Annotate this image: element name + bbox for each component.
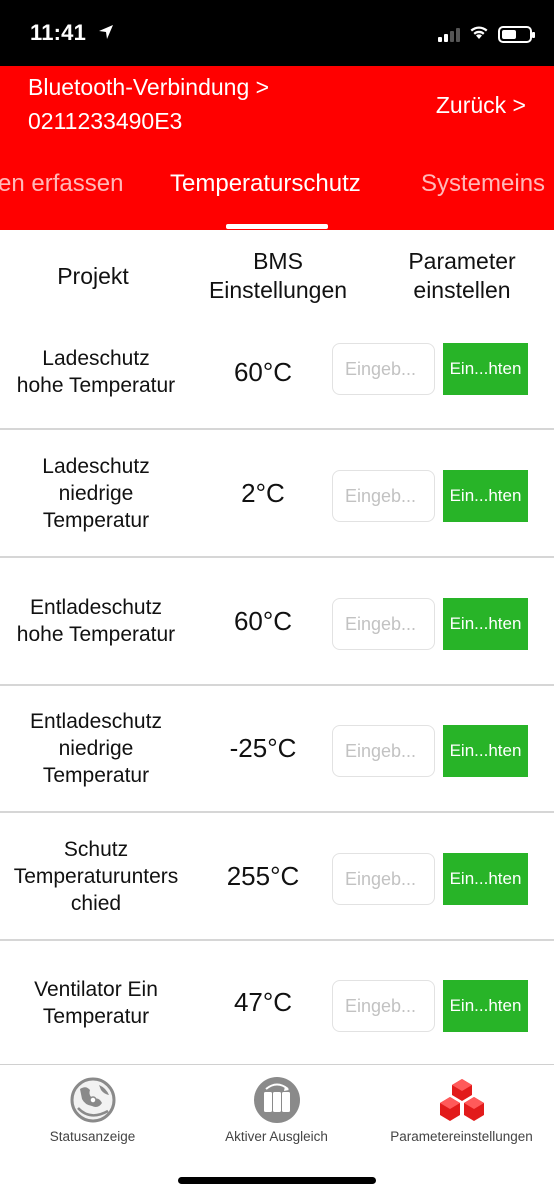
table-row: Entladeschutz niedrige Temperatur -25°C Ei…	[0, 686, 554, 813]
tabbar-label-active-balancing: Aktiver Ausgleich	[225, 1129, 328, 1144]
column-header-bms-line2: Einstellungen	[208, 277, 348, 303]
row-label-line: Temperatur	[42, 1004, 150, 1028]
row-bms-value: 60°C	[233, 605, 293, 636]
tab-temperature-protection[interactable]: Temperaturschutz	[170, 170, 361, 198]
column-header-project: Projekt	[0, 236, 186, 316]
row-label-line: niedrige	[58, 481, 134, 505]
row-bms-value: 255°C	[226, 860, 300, 891]
status-time-wrap: 11:41	[30, 20, 114, 46]
parameter-input[interactable]	[332, 980, 435, 1032]
row-label-line: Temperaturunters	[13, 864, 179, 888]
row-label: Ladeschutz niedrige Temperatur	[0, 430, 192, 556]
apply-button[interactable]: Ein...hten	[443, 598, 528, 650]
table-row: Schutz Temperaturunters chied 255°C Ein...…	[0, 813, 554, 941]
category-tabs: en erfassen Temperaturschutz Systemeins	[0, 170, 554, 210]
column-header-bms-line1: BMS	[253, 248, 303, 274]
row-label: Ventilator Ein Temperatur	[0, 941, 192, 1064]
row-label-line: chied	[70, 891, 122, 915]
back-button[interactable]: Zurück >	[436, 92, 526, 119]
row-label-line: Entladeschutz	[30, 710, 162, 733]
apply-button[interactable]: Ein...hten	[443, 725, 528, 777]
status-icons	[438, 24, 535, 45]
row-label-line: hohe Temperatur	[16, 623, 176, 646]
parameter-input[interactable]	[332, 853, 435, 905]
parameter-input[interactable]	[332, 598, 435, 650]
tabbar-label-status: Statusanzeige	[49, 1129, 136, 1144]
table-row: Ventilator Ein Temperatur 47°C Ein...hten	[0, 941, 554, 1064]
row-label: Entladeschutz niedrige Temperatur	[0, 686, 192, 811]
cubes-settings-icon	[439, 1079, 484, 1121]
active-tab-indicator	[226, 224, 328, 229]
row-label-line: Temperatur	[42, 764, 150, 787]
tabbar-item-active-balancing[interactable]: Aktiver Ausgleich	[184, 1065, 369, 1165]
row-label-line: Ventilator Ein	[34, 977, 158, 1001]
row-label-line: Schutz	[63, 837, 129, 861]
apply-button[interactable]: Ein...hten	[443, 853, 528, 905]
tabbar-label-parameter-settings: Parametereinstellungen	[390, 1129, 533, 1144]
row-bms-value: 2°C	[241, 477, 285, 508]
apply-button[interactable]: Ein...hten	[443, 470, 528, 522]
apply-button[interactable]: Ein...hten	[443, 980, 528, 1032]
row-label-line: Entladeschutz	[30, 596, 162, 619]
table-row: Ladeschutz hohe Temperatur 60°C Ein...hte…	[0, 316, 554, 430]
row-label: Schutz Temperaturunters chied	[0, 813, 192, 939]
row-label-line: Temperatur	[42, 508, 150, 532]
home-indicator	[178, 1177, 376, 1184]
row-label-line: Ladeschutz	[42, 347, 150, 370]
parameter-input[interactable]	[332, 343, 435, 395]
status-bar: 11:41	[0, 0, 554, 66]
cellular-signal-icon	[438, 26, 460, 42]
bluetooth-connection-link[interactable]: Bluetooth-Verbindung >	[28, 74, 269, 101]
table-row: Ladeschutz niedrige Temperatur 2°C Ein...h…	[0, 430, 554, 558]
column-header-parameter-line2: einstellen	[413, 277, 511, 303]
row-bms-value: 47°C	[233, 987, 293, 1017]
tabbar-item-parameter-settings[interactable]: Parametereinstellungen	[369, 1065, 554, 1165]
location-arrow-icon	[98, 24, 114, 45]
column-header-bms: BMS Einstellungen	[186, 236, 370, 316]
wifi-icon	[469, 24, 489, 45]
app-header: Bluetooth-Verbindung > 0211233490E3 Zurü…	[0, 66, 554, 230]
battery-balance-icon	[253, 1077, 300, 1123]
row-bms-value: -25°C	[229, 733, 297, 763]
table-row: Entladeschutz hohe Temperatur 60°C Ein...…	[0, 558, 554, 686]
row-label-line: niedrige	[58, 737, 134, 760]
row-label: Ladeschutz hohe Temperatur	[0, 316, 192, 428]
apply-button[interactable]: Ein...hten	[443, 343, 528, 395]
tab-data-capture[interactable]: en erfassen	[0, 170, 123, 198]
tabbar-item-status[interactable]: Statusanzeige	[0, 1065, 185, 1165]
battery-icon	[498, 25, 535, 43]
row-label: Entladeschutz hohe Temperatur	[0, 558, 192, 684]
device-id: 0211233490E3	[28, 108, 183, 134]
parameter-input[interactable]	[332, 725, 435, 777]
row-label-line: Ladeschutz	[42, 454, 150, 478]
row-bms-value: 60°C	[233, 356, 293, 387]
column-header-parameter-line1: Parameter	[408, 248, 516, 274]
status-time: 11:41	[30, 20, 87, 45]
tab-system-settings[interactable]: Systemeins	[421, 170, 545, 198]
row-label-line: hohe Temperatur	[16, 374, 176, 397]
column-header-project-label: Projekt	[57, 262, 129, 289]
parameter-input[interactable]	[332, 470, 435, 522]
column-header-parameter: Parameter einstellen	[370, 236, 554, 316]
globe-status-icon	[70, 1077, 115, 1123]
